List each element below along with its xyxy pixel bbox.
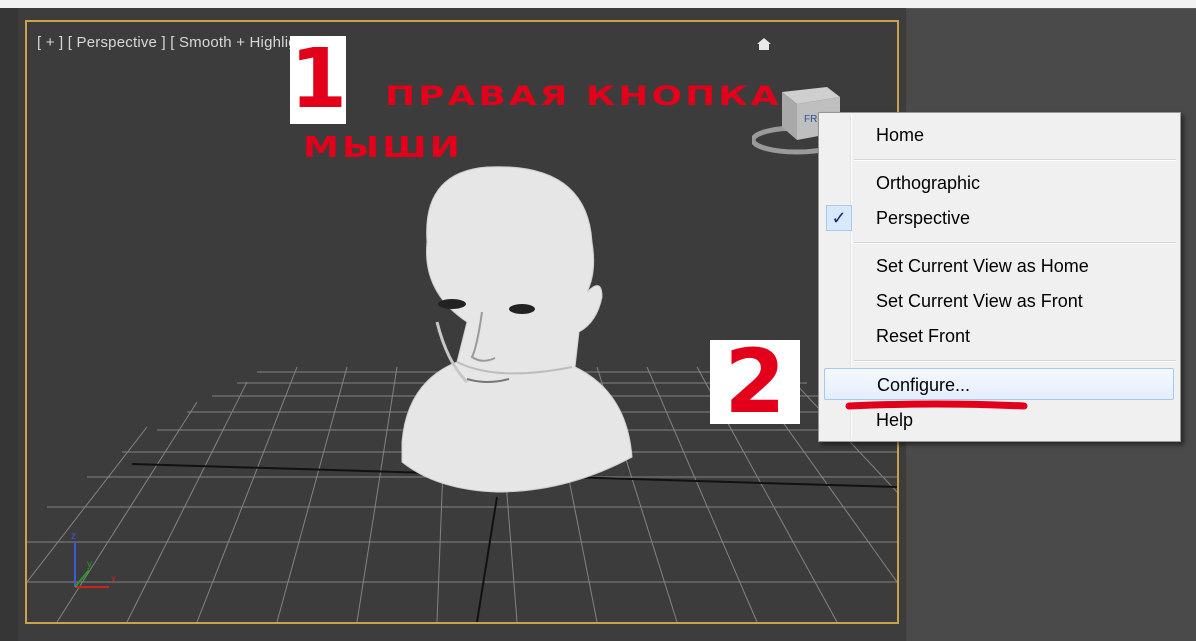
red-underline-mark (845, 400, 1028, 410)
menu-item-perspective[interactable]: ✓ Perspective (821, 202, 1178, 234)
menu-item-set-view-home[interactable]: Set Current View as Home (821, 250, 1178, 282)
checkmark-icon: ✓ (826, 205, 852, 231)
menu-separator (854, 159, 1176, 161)
house-icon[interactable] (757, 38, 771, 50)
svg-text:z: z (71, 531, 76, 542)
viewport-label[interactable]: [ + ] [ Perspective ] [ Smooth + Highlig… (37, 34, 326, 51)
top-window-edge (0, 0, 1196, 8)
head-model (401, 166, 633, 493)
menu-separator (854, 360, 1176, 362)
annotation-right-click-line2: мыши (303, 131, 463, 165)
menu-item-configure[interactable]: Configure... (824, 368, 1174, 400)
annotation-right-click-line1: правая кнопка (385, 80, 782, 112)
menu-item-orthographic[interactable]: Orthographic (821, 167, 1178, 199)
menu-item-home[interactable]: Home (821, 119, 1178, 151)
svg-text:y: y (87, 559, 92, 570)
step-2-marker: 2 (710, 338, 800, 426)
menu-item-set-view-front[interactable]: Set Current View as Front (821, 285, 1178, 317)
step-1-marker: 1 (290, 32, 348, 127)
left-toolbar-edge (0, 8, 18, 641)
menu-separator (854, 242, 1176, 244)
viewcube-context-menu: Home Orthographic ✓ Perspective Set Curr… (818, 112, 1181, 442)
svg-text:x: x (111, 574, 116, 585)
menu-item-reset-front[interactable]: Reset Front (821, 320, 1178, 352)
